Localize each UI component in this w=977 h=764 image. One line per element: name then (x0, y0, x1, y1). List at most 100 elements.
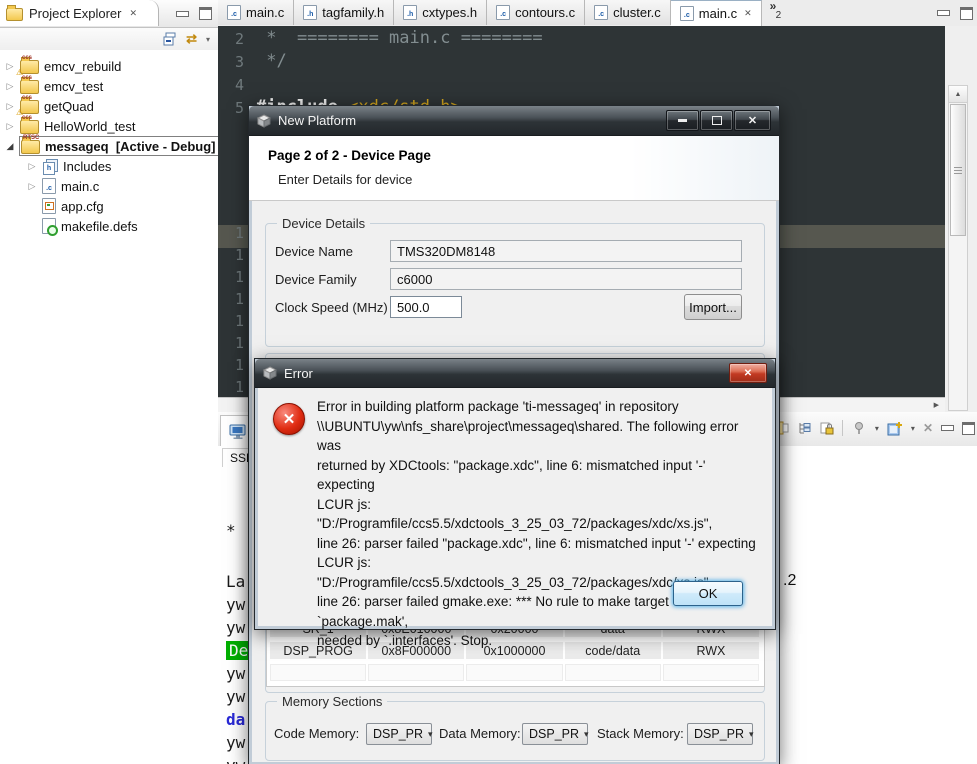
h-file-icon: .h (303, 5, 318, 20)
close-icon[interactable] (129, 8, 137, 19)
scroll-lock-icon[interactable] (820, 421, 834, 435)
code-memory-select[interactable]: DSP_PR (366, 723, 432, 745)
scrollbar-thumb[interactable] (950, 104, 966, 236)
maximize-view-icon[interactable] (199, 7, 212, 20)
tree-item-emcv-test[interactable]: ccs emcv_test (0, 75, 218, 96)
data-memory-select[interactable]: DSP_PR (522, 723, 588, 745)
ok-button[interactable]: OK (673, 581, 743, 606)
expander-collapsed-icon[interactable] (5, 81, 15, 92)
editor-tabbar: .c main.c .h tagfamily.h .h cxtypes.h .c… (218, 0, 977, 27)
makefile-icon (42, 218, 58, 236)
vertical-scrollbar[interactable] (948, 85, 968, 411)
open-console-icon[interactable] (887, 421, 903, 436)
new-platform-titlebar[interactable]: New Platform (249, 106, 779, 136)
maximize-button[interactable] (700, 110, 733, 131)
error-dialog: Error Error in building platform package… (254, 358, 776, 648)
tree-item-emcv-rebuild[interactable]: ccs emcv_rebuild (0, 55, 218, 76)
device-family-field[interactable] (390, 268, 742, 290)
tree-item-helloworld-test[interactable]: ccs HelloWorld_test (0, 115, 218, 136)
expander-collapsed-icon[interactable] (5, 61, 15, 72)
code-memory-label: Code Memory: (274, 726, 360, 741)
close-console-icon[interactable] (923, 421, 933, 435)
editor-tab-contours-c[interactable]: .c contours.c (487, 0, 586, 25)
maximize-panel-icon[interactable] (962, 421, 975, 435)
expander-collapsed-icon[interactable] (5, 101, 15, 112)
tab-overflow-chevron[interactable]: 2 (762, 0, 788, 26)
device-name-field[interactable] (390, 240, 742, 262)
terminal-line: yw (226, 664, 246, 683)
terminal-monitor-icon (229, 424, 246, 439)
close-button[interactable] (729, 363, 767, 383)
code-line-comment-end: */ (256, 51, 287, 71)
clock-speed-field[interactable] (390, 296, 462, 318)
expander-expanded-icon[interactable] (5, 141, 15, 152)
editor-tab-main-c-active[interactable]: .c main.c (670, 0, 762, 26)
dropdown-icon[interactable] (911, 424, 915, 433)
device-family-label: Device Family (275, 272, 357, 287)
tree-item-makefile-defs[interactable]: makefile.defs (0, 216, 218, 236)
terminal-line: yw (226, 618, 246, 637)
expander-collapsed-icon[interactable] (5, 121, 15, 132)
tab-close-icon[interactable] (744, 8, 752, 19)
tree-item-messageq[interactable]: RTSC messageq [Active - Debug] (0, 135, 220, 156)
c-file-icon: .c (496, 5, 511, 20)
stack-memory-select[interactable]: DSP_PR (687, 723, 753, 745)
import-button[interactable]: Import... (684, 294, 742, 320)
c-file-icon: .c (594, 5, 609, 20)
ccs-project-icon: ccs (20, 55, 39, 74)
scroll-right-icon[interactable] (934, 401, 945, 409)
console-text-fragment: .2 (783, 572, 797, 589)
tree-item-includes[interactable]: h Includes (0, 156, 218, 176)
editor-tab-tagfamily-h[interactable]: .h tagfamily.h (294, 0, 395, 25)
close-button[interactable] (734, 110, 771, 131)
editor-tab-cluster-c[interactable]: .c cluster.c (585, 0, 671, 25)
expander-collapsed-icon[interactable] (27, 181, 37, 192)
tree-item-main-c[interactable]: .c main.c (0, 176, 218, 196)
tree-item-getquad[interactable]: ccs getQuad (0, 95, 218, 116)
console-tree-icon[interactable] (797, 421, 812, 435)
console-toolbar (776, 420, 975, 436)
c-file-icon: .c (679, 6, 694, 21)
project-explorer-tab[interactable]: Project Explorer (0, 0, 159, 26)
view-menu-icon[interactable] (206, 35, 210, 44)
ccs-project-icon: ccs (20, 95, 39, 114)
editor-tab-main-c[interactable]: .c main.c (218, 0, 295, 25)
minimize-view-icon[interactable] (176, 10, 189, 17)
view-title: Project Explorer (29, 5, 122, 21)
wizard-page-subtitle: Enter Details for device (278, 172, 413, 187)
error-titlebar[interactable]: Error (255, 359, 775, 388)
h-file-icon: .h (403, 5, 418, 20)
dropdown-icon[interactable] (875, 424, 879, 433)
wizard-header: Page 2 of 2 - Device Page Enter Details … (249, 136, 779, 201)
tree-item-app-cfg[interactable]: app.cfg (0, 196, 218, 216)
minimize-button[interactable] (666, 110, 699, 131)
project-tree: ccs emcv_rebuild ccs emcv_test ccs getQu… (0, 50, 220, 236)
ccs-project-icon: ccs (20, 75, 39, 94)
collapse-all-icon[interactable] (162, 32, 177, 46)
wizard-cube-icon (263, 366, 277, 380)
stack-memory-label: Stack Memory: (597, 726, 684, 741)
link-with-editor-icon[interactable] (186, 31, 197, 47)
minimize-panel-icon[interactable] (941, 425, 954, 431)
wizard-page-title: Page 2 of 2 - Device Page (268, 148, 431, 163)
device-details-group: Device Details Device Name Device Family… (265, 216, 765, 347)
editor-scroll-column (945, 26, 977, 412)
data-memory-label: Data Memory: (439, 726, 521, 741)
expander-collapsed-icon[interactable] (27, 161, 37, 172)
wizard-cube-icon (257, 113, 271, 128)
c-file-icon: .c (227, 5, 241, 20)
includes-icon: h (42, 159, 58, 175)
maximize-editor-icon[interactable] (960, 6, 973, 20)
terminal-line: yw (226, 756, 245, 764)
minimize-editor-icon[interactable] (937, 10, 950, 16)
error-icon (273, 403, 305, 435)
error-message: Error in building platform package 'ti-m… (317, 399, 756, 648)
scroll-up-icon[interactable] (955, 91, 962, 98)
project-explorer-toolbar (0, 28, 218, 50)
editor-tab-cxtypes-h[interactable]: .h cxtypes.h (394, 0, 488, 25)
clock-speed-label: Clock Speed (MHz) (275, 300, 388, 315)
chevron-down-icon (428, 729, 433, 740)
pin-console-icon[interactable] (851, 421, 867, 435)
device-name-label: Device Name (275, 244, 354, 259)
table-row-empty[interactable] (270, 664, 760, 681)
